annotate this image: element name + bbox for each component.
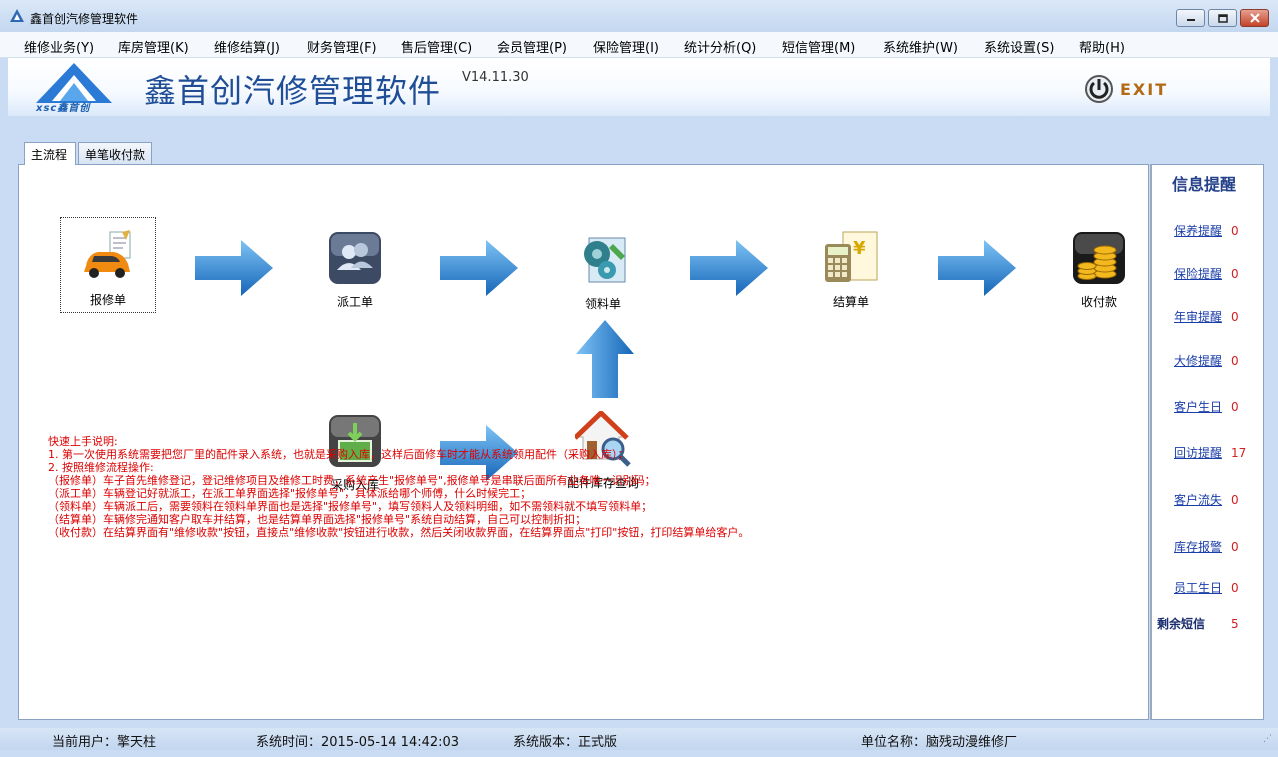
- menu-repair-business[interactable]: 维修业务(Y): [24, 37, 94, 56]
- flow-dispatch[interactable]: 派工单: [307, 230, 403, 310]
- instruction-line: 1. 第一次使用系统需要把您厂里的配件录入系统，也就是采购入库，这样后面修车时才…: [48, 448, 629, 461]
- instruction-line: 2. 按照维修流程操作:: [48, 461, 154, 474]
- menu-bar: 维修业务(Y) 库房管理(K) 维修结算(J) 财务管理(F) 售后管理(C) …: [0, 32, 1278, 58]
- menu-members[interactable]: 会员管理(P): [497, 37, 567, 56]
- title-bar: 鑫首创汽修管理软件: [0, 0, 1278, 32]
- flow-repair-order-label: 报修单: [89, 293, 126, 307]
- tab-single-payment[interactable]: 单笔收付款: [78, 142, 152, 164]
- tab-main-flow[interactable]: 主流程: [24, 142, 76, 165]
- reminder-count: 0: [1231, 581, 1239, 595]
- instruction-line: （结算单）车辆修完通知客户取车并结算，也是结算单界面选择"报修单号"系统自动结算…: [48, 513, 587, 526]
- reminder-row: 回访提醒 17: [1174, 444, 1246, 461]
- menu-after-sales[interactable]: 售后管理(C): [401, 37, 472, 56]
- reminder-link-annual-review[interactable]: 年审提醒: [1174, 310, 1222, 324]
- flow-dispatch-label: 派工单: [336, 295, 373, 309]
- reminder-link-insurance[interactable]: 保险提醒: [1174, 267, 1222, 281]
- instruction-line: （领料单）车辆派工后，需要领料在领料单界面也是选择"报修单号"，填写领料人及领料…: [48, 500, 653, 513]
- reminder-count: 17: [1231, 446, 1247, 460]
- menu-warehouse[interactable]: 库房管理(K): [118, 37, 189, 56]
- reminder-count: 0: [1231, 267, 1239, 281]
- sms-remaining-label: 剩余短信: [1157, 617, 1206, 631]
- reminder-row: 客户流失 0: [1174, 491, 1239, 508]
- status-bar: 当前用户：擎天柱 系统时间：2015-05-14 14:42:03 系统版本：正…: [0, 728, 1278, 750]
- quick-start-instructions: 快速上手说明: 1. 第一次使用系统需要把您厂里的配件录入系统，也就是采购入库，…: [48, 435, 749, 539]
- reminder-row: 大修提醒 0: [1174, 352, 1239, 369]
- resize-grip-icon[interactable]: ⋰: [1263, 734, 1272, 744]
- reminder-row: 库存报警 0: [1174, 538, 1239, 555]
- reminder-link-customer-churn[interactable]: 客户流失: [1174, 493, 1222, 507]
- menu-finance[interactable]: 财务管理(F): [307, 37, 377, 56]
- reminder-count: 0: [1231, 493, 1239, 507]
- coins-icon: [1073, 232, 1125, 284]
- minimize-icon: [1186, 19, 1195, 21]
- menu-repair-settlement[interactable]: 维修结算(J): [214, 37, 280, 56]
- app-name: 鑫首创汽修管理软件: [144, 72, 442, 110]
- logo-text: xsc鑫首创: [36, 103, 91, 114]
- flow-payment-label: 收付款: [1080, 295, 1117, 309]
- flow-arrow-right: [938, 240, 1016, 296]
- reminder-row: 员工生日 0: [1174, 579, 1239, 596]
- app-header: xsc鑫首创 鑫首创汽修管理软件 V14.11.30 EXIT: [8, 58, 1270, 116]
- power-icon: [1085, 75, 1113, 103]
- calculator-yen-icon: ¥: [825, 231, 878, 282]
- instruction-line: （报修单）车子首先维修登记，登记维修项目及维修工时费，系统产生"报修单号",报修…: [48, 474, 656, 487]
- reminder-link-customer-birthday[interactable]: 客户生日: [1174, 400, 1222, 414]
- maximize-button[interactable]: [1208, 9, 1237, 27]
- exit-label: EXIT: [1120, 79, 1169, 99]
- flow-settlement-label: 结算单: [832, 295, 869, 309]
- exit-button[interactable]: EXIT: [1084, 74, 1168, 104]
- status-time: 系统时间：2015-05-14 14:42:03: [256, 735, 460, 750]
- instruction-line: （派工单）车辆登记好就派工，在派工单界面选择"报修单号"，具体派给哪个师傅，什么…: [48, 487, 532, 500]
- reminder-count: 0: [1231, 224, 1239, 238]
- flow-repair-order[interactable]: 报修单: [60, 228, 156, 308]
- status-company: 单位名称：脑残动漫维修厂: [861, 735, 1018, 750]
- close-button[interactable]: [1240, 9, 1269, 27]
- reminder-link-follow-up[interactable]: 回访提醒: [1174, 446, 1222, 460]
- reminder-sidebar: 信息提醒 保养提醒 0 保险提醒 0 年审提醒 0 大修提醒 0 客户生日 0 回访提醒 1…: [1150, 164, 1264, 720]
- close-icon: [1249, 13, 1260, 23]
- flow-arrow-right: [440, 240, 518, 296]
- flow-arrow-right: [690, 240, 768, 296]
- instruction-line: （收付款）在结算界面有"维修收款"按钮，直接点"维修收款"按钮进行收款，然后关闭…: [48, 526, 750, 539]
- reminder-row: 保养提醒 0: [1174, 222, 1239, 239]
- reminder-link-stock-alarm[interactable]: 库存报警: [1174, 540, 1222, 554]
- flow-arrow-right: [195, 240, 273, 296]
- reminder-link-overhaul[interactable]: 大修提醒: [1174, 354, 1222, 368]
- users-icon: [329, 232, 381, 284]
- sidebar-title: 信息提醒: [1172, 175, 1237, 194]
- menu-help[interactable]: 帮助(H): [1079, 37, 1125, 56]
- flow-arrow-up: [576, 320, 634, 398]
- menu-statistics[interactable]: 统计分析(Q): [684, 37, 756, 56]
- menu-sms[interactable]: 短信管理(M): [782, 37, 855, 56]
- car-document-icon: [84, 230, 131, 278]
- reminder-link-staff-birthday[interactable]: 员工生日: [1174, 581, 1222, 595]
- instruction-line: 快速上手说明:: [48, 435, 118, 448]
- flow-payment[interactable]: 收付款: [1051, 230, 1147, 310]
- reminder-link-maintenance[interactable]: 保养提醒: [1174, 224, 1222, 238]
- reminder-row: 年审提醒 0: [1174, 308, 1239, 325]
- app-icon: [10, 9, 24, 22]
- sms-remaining: 剩余短信 5: [1157, 615, 1239, 632]
- parts-icon: [584, 237, 626, 283]
- minimize-button[interactable]: [1176, 9, 1205, 27]
- version-label: V14.11.30: [462, 70, 529, 85]
- menu-maintenance[interactable]: 系统维护(W): [883, 37, 958, 56]
- maximize-icon: [1217, 13, 1228, 23]
- flow-picking-label: 领料单: [584, 297, 621, 311]
- reminder-count: 0: [1231, 400, 1239, 414]
- flow-settlement[interactable]: ¥ 结算单: [803, 230, 899, 310]
- reminder-count: 0: [1231, 310, 1239, 324]
- reminder-row: 客户生日 0: [1174, 398, 1239, 415]
- status-user: 当前用户：擎天柱: [52, 735, 157, 750]
- reminder-count: 0: [1231, 354, 1239, 368]
- reminder-row: 保险提醒 0: [1174, 265, 1239, 282]
- menu-settings[interactable]: 系统设置(S): [984, 37, 1054, 56]
- sms-remaining-count: 5: [1231, 617, 1239, 631]
- flow-picking[interactable]: 领料单: [555, 232, 651, 312]
- status-version: 系统版本：正式版: [513, 735, 618, 750]
- svg-text:¥: ¥: [853, 238, 866, 259]
- menu-insurance[interactable]: 保险管理(I): [593, 37, 659, 56]
- reminder-count: 0: [1231, 540, 1239, 554]
- window-title: 鑫首创汽修管理软件: [30, 12, 139, 26]
